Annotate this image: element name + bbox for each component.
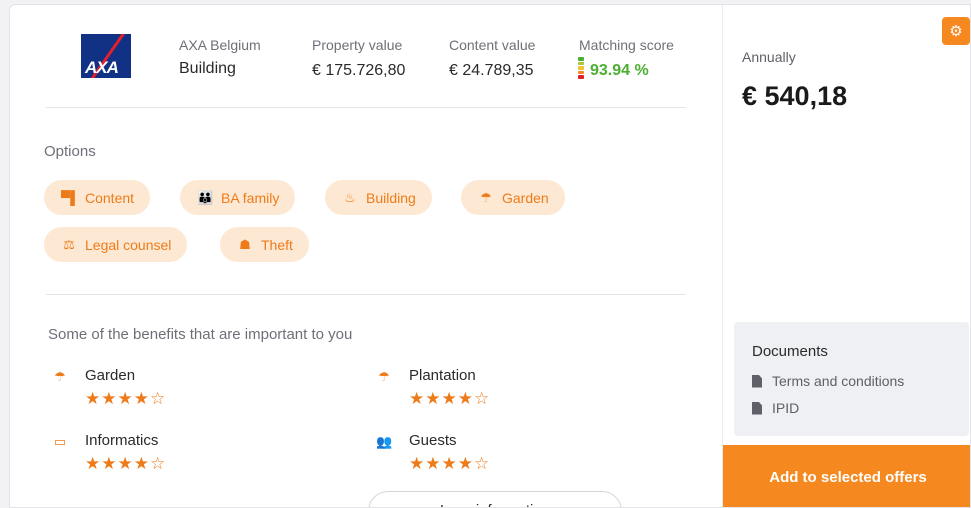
price: € 540,18 bbox=[742, 81, 848, 111]
divider bbox=[46, 294, 686, 295]
file-icon bbox=[752, 374, 762, 388]
star-rating: ★★★★☆ bbox=[85, 454, 167, 473]
insurer-name: AXA Belgium bbox=[179, 37, 261, 53]
documents-title: Documents bbox=[752, 343, 828, 360]
matching-score: 93.94 % bbox=[590, 62, 649, 79]
scales-icon: ⚖ bbox=[63, 236, 75, 252]
document-label: IPID bbox=[772, 400, 800, 416]
document-link-ipid[interactable]: IPID bbox=[752, 400, 799, 416]
option-chip-garden[interactable]: ☂ Garden bbox=[461, 180, 565, 215]
fire-icon: ♨ bbox=[344, 189, 356, 205]
chip-label: Building bbox=[366, 189, 416, 206]
score-meter-icon bbox=[578, 57, 584, 79]
billing-period: Annually bbox=[742, 49, 796, 65]
less-information-button[interactable]: Less information bbox=[368, 491, 622, 507]
pricing-panel: ⚙ Annually € 540,18 Documents Terms and … bbox=[722, 5, 970, 507]
logo-text: AXA bbox=[85, 58, 119, 77]
product-name: Building bbox=[179, 60, 236, 77]
chip-label: BA family bbox=[221, 189, 280, 206]
laptop-icon: ▭ bbox=[53, 434, 67, 449]
divider bbox=[46, 107, 686, 108]
benefit-label: Informatics bbox=[85, 432, 159, 449]
furniture-icon: ▀▌ bbox=[61, 190, 80, 205]
umbrella-icon: ☂ bbox=[480, 189, 492, 205]
offer-card: AXA AXA Belgium Building Property value … bbox=[9, 4, 971, 508]
thief-icon: ☗ bbox=[239, 236, 251, 252]
property-value: € 175.726,80 bbox=[312, 62, 406, 79]
property-value-label: Property value bbox=[312, 37, 403, 53]
option-chip-theft[interactable]: ☗ Theft bbox=[220, 227, 309, 262]
chip-label: Content bbox=[85, 189, 135, 206]
gears-icon[interactable]: ⚙ bbox=[942, 17, 970, 45]
chip-label: Garden bbox=[502, 189, 549, 206]
matching-score-label: Matching score bbox=[579, 37, 674, 53]
insurer-logo: AXA bbox=[81, 34, 131, 78]
content-value: € 24.789,35 bbox=[449, 62, 534, 79]
benefit-label: Plantation bbox=[409, 367, 476, 384]
offer-details: AXA AXA Belgium Building Property value … bbox=[10, 5, 722, 507]
option-chip-building[interactable]: ♨ Building bbox=[325, 180, 432, 215]
family-icon: 👪 bbox=[197, 189, 214, 205]
benefit-label: Garden bbox=[85, 367, 136, 384]
star-rating: ★★★★☆ bbox=[409, 454, 491, 473]
benefits-title: Some of the benefits that are important … bbox=[48, 326, 353, 343]
benefit-label: Guests bbox=[409, 432, 457, 449]
option-chip-content[interactable]: ▀▌ Content bbox=[44, 180, 151, 215]
star-rating: ★★★★☆ bbox=[85, 389, 167, 408]
option-chip-ba-family[interactable]: 👪 BA family bbox=[180, 180, 296, 215]
content-value-label: Content value bbox=[449, 37, 536, 53]
documents-box: Documents Terms and conditions IPID bbox=[734, 322, 969, 436]
umbrella-icon: ☂ bbox=[54, 369, 66, 384]
star-rating: ★★★★☆ bbox=[409, 389, 491, 408]
guests-icon: 👥 bbox=[376, 434, 393, 449]
umbrella-icon: ☂ bbox=[378, 369, 390, 384]
chip-label: Theft bbox=[261, 236, 293, 253]
document-label: Terms and conditions bbox=[772, 373, 905, 389]
option-chip-legal-counsel[interactable]: ⚖ Legal counsel bbox=[44, 227, 188, 262]
options-title: Options bbox=[44, 143, 96, 160]
document-link-terms[interactable]: Terms and conditions bbox=[752, 373, 904, 389]
add-to-selected-offers-button[interactable]: Add to selected offers bbox=[723, 445, 970, 507]
file-icon bbox=[752, 401, 762, 415]
chip-label: Legal counsel bbox=[85, 236, 172, 253]
